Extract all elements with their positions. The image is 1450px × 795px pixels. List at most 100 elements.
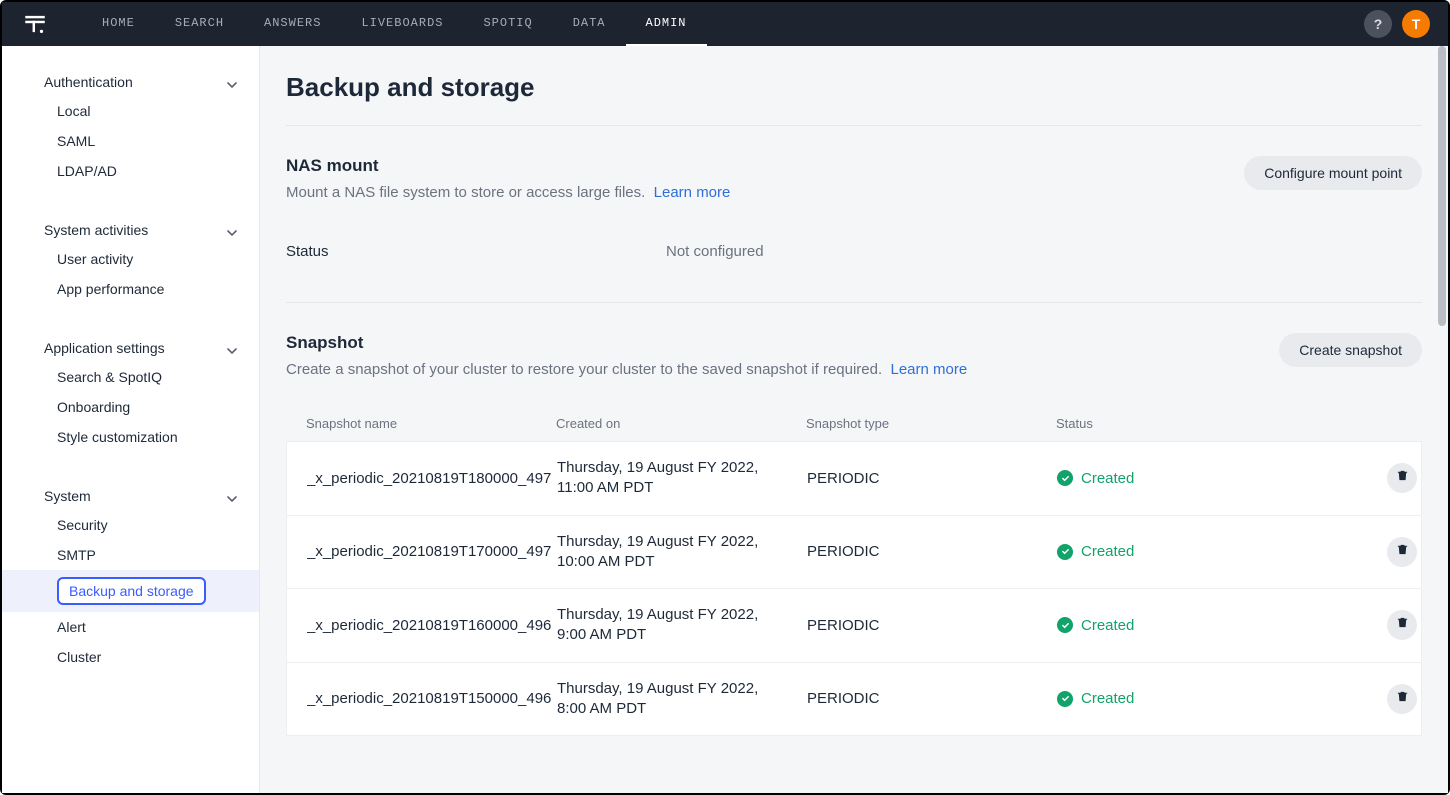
- sidebar-item-search-spotiq[interactable]: Search & SpotIQ: [2, 362, 259, 392]
- nav-liveboards[interactable]: LIVEBOARDS: [341, 2, 463, 46]
- cell-type: PERIODIC: [807, 617, 1057, 634]
- cell-type: PERIODIC: [807, 470, 1057, 487]
- col-created-on: Created on: [556, 416, 806, 431]
- nas-description: Mount a NAS file system to store or acce…: [286, 184, 730, 201]
- cell-created: Thursday, 19 August FY 2022, 11:00 AM PD…: [557, 458, 807, 499]
- nas-status-value: Not configured: [666, 243, 764, 260]
- section-nas-mount: NAS mount Mount a NAS file system to sto…: [286, 126, 1422, 303]
- sidebar: Authentication Local SAML LDAP/AD System…: [2, 46, 260, 793]
- section-snapshot: Snapshot Create a snapshot of your clust…: [286, 303, 1422, 748]
- sidebar-item-onboarding[interactable]: Onboarding: [2, 392, 259, 422]
- table-header: Snapshot name Created on Snapshot type S…: [286, 406, 1422, 441]
- nas-learn-more-link[interactable]: Learn more: [654, 184, 731, 201]
- create-snapshot-button[interactable]: Create snapshot: [1279, 333, 1422, 367]
- sidebar-group-system-activities: System activities User activity App perf…: [2, 208, 259, 308]
- sidebar-item-ldap[interactable]: LDAP/AD: [2, 156, 259, 186]
- status-text: Created: [1081, 470, 1134, 487]
- trash-icon: [1396, 543, 1409, 561]
- table-row: _x_periodic_20210819T180000_497 Thursday…: [286, 441, 1422, 516]
- nas-status-label: Status: [286, 243, 666, 260]
- sidebar-header-label: System: [44, 488, 91, 504]
- status-text: Created: [1081, 690, 1134, 707]
- cell-status: Created: [1057, 690, 1317, 707]
- table-row: _x_periodic_20210819T150000_496 Thursday…: [286, 663, 1422, 737]
- avatar[interactable]: T: [1402, 10, 1430, 38]
- nav-data[interactable]: DATA: [553, 2, 626, 46]
- cell-type: PERIODIC: [807, 690, 1057, 707]
- cell-created: Thursday, 19 August FY 2022, 10:00 AM PD…: [557, 532, 807, 573]
- snapshot-table: Snapshot name Created on Snapshot type S…: [286, 406, 1422, 736]
- cell-name: _x_periodic_20210819T170000_497: [307, 543, 557, 560]
- brand-logo[interactable]: [20, 9, 50, 39]
- chevron-down-icon: [227, 491, 237, 501]
- check-circle-icon: [1057, 691, 1073, 707]
- nas-title: NAS mount: [286, 156, 730, 176]
- cell-type: PERIODIC: [807, 543, 1057, 560]
- check-circle-icon: [1057, 617, 1073, 633]
- sidebar-header-label: Application settings: [44, 340, 165, 356]
- check-circle-icon: [1057, 470, 1073, 486]
- trash-icon: [1396, 690, 1409, 708]
- page-title: Backup and storage: [286, 72, 1422, 126]
- cell-created: Thursday, 19 August FY 2022, 8:00 AM PDT: [557, 679, 807, 720]
- chevron-down-icon: [227, 343, 237, 353]
- sidebar-item-user-activity[interactable]: User activity: [2, 244, 259, 274]
- check-circle-icon: [1057, 544, 1073, 560]
- nav-home[interactable]: HOME: [82, 2, 155, 46]
- sidebar-header-application-settings[interactable]: Application settings: [2, 334, 259, 362]
- sidebar-item-label: Backup and storage: [57, 577, 206, 605]
- sidebar-item-app-performance[interactable]: App performance: [2, 274, 259, 304]
- scrollbar-thumb[interactable]: [1438, 46, 1446, 326]
- nav-links: HOME SEARCH ANSWERS LIVEBOARDS SPOTIQ DA…: [82, 2, 707, 46]
- snapshot-learn-more-link[interactable]: Learn more: [891, 361, 968, 378]
- sidebar-header-label: Authentication: [44, 74, 133, 90]
- status-text: Created: [1081, 617, 1134, 634]
- cell-name: _x_periodic_20210819T160000_496: [307, 617, 557, 634]
- trash-icon: [1396, 469, 1409, 487]
- cell-status: Created: [1057, 470, 1317, 487]
- trash-icon: [1396, 616, 1409, 634]
- sidebar-item-alert[interactable]: Alert: [2, 612, 259, 642]
- sidebar-header-label: System activities: [44, 222, 148, 238]
- cell-name: _x_periodic_20210819T150000_496: [307, 690, 557, 707]
- table-row: _x_periodic_20210819T160000_496 Thursday…: [286, 589, 1422, 663]
- delete-snapshot-button[interactable]: [1387, 463, 1417, 493]
- sidebar-header-system[interactable]: System: [2, 482, 259, 510]
- sidebar-group-authentication: Authentication Local SAML LDAP/AD: [2, 60, 259, 190]
- nav-admin[interactable]: ADMIN: [626, 2, 707, 46]
- nav-search[interactable]: SEARCH: [155, 2, 244, 46]
- chevron-down-icon: [227, 225, 237, 235]
- chevron-down-icon: [227, 77, 237, 87]
- status-text: Created: [1081, 543, 1134, 560]
- delete-snapshot-button[interactable]: [1387, 684, 1417, 714]
- sidebar-item-cluster[interactable]: Cluster: [2, 642, 259, 672]
- col-status: Status: [1056, 416, 1316, 431]
- cell-name: _x_periodic_20210819T180000_497: [307, 470, 557, 487]
- main-content: Backup and storage NAS mount Mount a NAS…: [260, 46, 1448, 793]
- top-nav: HOME SEARCH ANSWERS LIVEBOARDS SPOTIQ DA…: [2, 2, 1448, 46]
- sidebar-item-backup-storage[interactable]: Backup and storage: [2, 570, 259, 612]
- cell-status: Created: [1057, 543, 1317, 560]
- nav-spotiq[interactable]: SPOTIQ: [463, 2, 552, 46]
- sidebar-item-security[interactable]: Security: [2, 510, 259, 540]
- delete-snapshot-button[interactable]: [1387, 610, 1417, 640]
- sidebar-item-smtp[interactable]: SMTP: [2, 540, 259, 570]
- sidebar-header-authentication[interactable]: Authentication: [2, 68, 259, 96]
- sidebar-item-local[interactable]: Local: [2, 96, 259, 126]
- col-snapshot-type: Snapshot type: [806, 416, 1056, 431]
- delete-snapshot-button[interactable]: [1387, 537, 1417, 567]
- sidebar-group-system: System Security SMTP Backup and storage …: [2, 474, 259, 676]
- snapshot-description: Create a snapshot of your cluster to res…: [286, 361, 967, 378]
- table-row: _x_periodic_20210819T170000_497 Thursday…: [286, 516, 1422, 590]
- sidebar-item-saml[interactable]: SAML: [2, 126, 259, 156]
- nav-answers[interactable]: ANSWERS: [244, 2, 341, 46]
- sidebar-header-system-activities[interactable]: System activities: [2, 216, 259, 244]
- cell-status: Created: [1057, 617, 1317, 634]
- help-button[interactable]: ?: [1364, 10, 1392, 38]
- nas-status-row: Status Not configured: [286, 201, 1422, 290]
- configure-mount-point-button[interactable]: Configure mount point: [1244, 156, 1422, 190]
- col-snapshot-name: Snapshot name: [306, 416, 556, 431]
- snapshot-title: Snapshot: [286, 333, 967, 353]
- sidebar-item-style-customization[interactable]: Style customization: [2, 422, 259, 452]
- cell-created: Thursday, 19 August FY 2022, 9:00 AM PDT: [557, 605, 807, 646]
